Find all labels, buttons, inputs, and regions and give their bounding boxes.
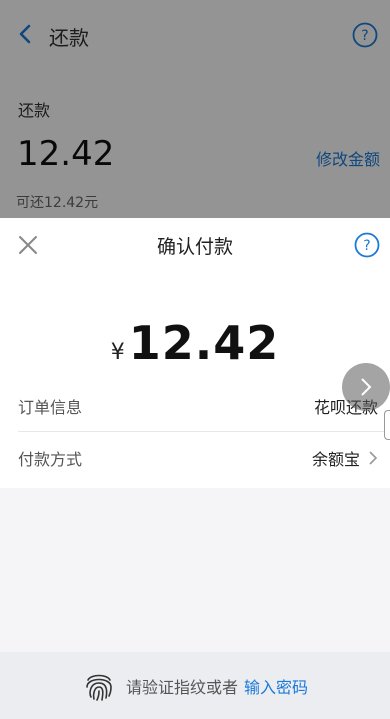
- order-info-label: 订单信息: [18, 398, 83, 417]
- verify-footer: 请验证指纹或者 输入密码: [0, 652, 390, 719]
- payment-method-value-text: 余额宝: [311, 450, 360, 469]
- payment-amount-value: 12.42: [128, 316, 280, 370]
- chevron-right-icon: [369, 451, 378, 465]
- payment-sheet: 确认付款 ? ¥12.42 订单信息 花呗还款 付款方式 余额宝: [0, 218, 390, 719]
- sheet-title: 确认付款: [156, 236, 233, 258]
- enter-password-link[interactable]: 输入密码: [244, 674, 308, 698]
- payment-method-label: 付款方式: [18, 450, 83, 469]
- payment-amount: ¥12.42: [0, 316, 390, 370]
- svg-text:?: ?: [363, 238, 370, 254]
- currency-symbol: ¥: [110, 340, 125, 365]
- sheet-content: 确认付款 ? ¥12.42 订单信息 花呗还款 付款方式 余额宝: [0, 218, 390, 488]
- verify-fingerprint-text: 请验证指纹或者: [125, 677, 238, 697]
- edge-handle[interactable]: [384, 410, 390, 440]
- fingerprint-icon[interactable]: [82, 669, 116, 703]
- sheet-help-icon[interactable]: ?: [354, 232, 380, 258]
- floating-next-button[interactable]: [342, 363, 390, 411]
- payment-method-row[interactable]: 付款方式 余额宝: [18, 433, 390, 483]
- chevron-right-icon: [361, 378, 372, 396]
- order-info-row[interactable]: 订单信息 花呗还款: [18, 381, 390, 432]
- payment-method-value: 余额宝: [312, 446, 390, 470]
